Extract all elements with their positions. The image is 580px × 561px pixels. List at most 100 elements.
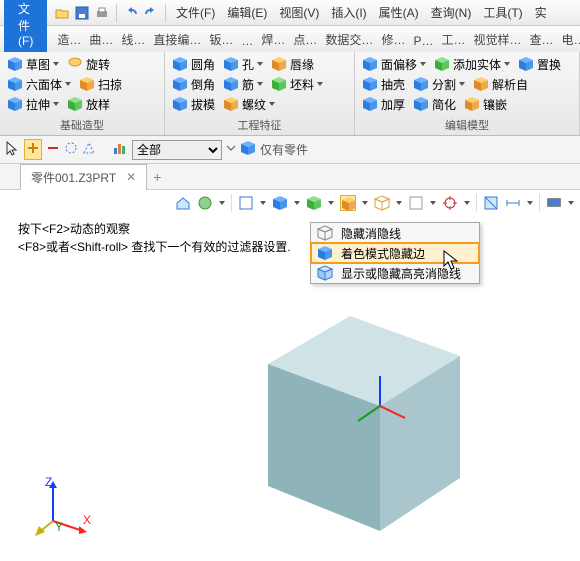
face-offset-button[interactable]: 面偏移 bbox=[359, 55, 429, 74]
view-iso-icon[interactable] bbox=[272, 195, 288, 211]
ribbon-tab[interactable]: 直接编… bbox=[149, 27, 205, 52]
label: 简化 bbox=[432, 96, 456, 113]
wireframe-icon[interactable] bbox=[374, 195, 390, 211]
stock-button[interactable]: 坯料 bbox=[268, 75, 326, 94]
hint-line: 按下<F2>动态的观察 bbox=[18, 220, 291, 238]
menu-more[interactable]: 实 bbox=[530, 4, 552, 21]
sweep-button[interactable]: 扫掠 bbox=[76, 75, 125, 94]
filter-dropdown-icon[interactable] bbox=[226, 140, 236, 159]
ribbon-tab[interactable]: 数据交… bbox=[321, 27, 377, 52]
ribbon-tab[interactable]: 线… bbox=[117, 27, 149, 52]
label: 孔 bbox=[242, 56, 254, 73]
open-folder-icon[interactable] bbox=[53, 4, 71, 22]
label: 草图 bbox=[26, 56, 50, 73]
menu-view[interactable]: 视图(V) bbox=[274, 4, 324, 21]
remove-selection-icon[interactable] bbox=[46, 141, 60, 158]
print-icon[interactable] bbox=[93, 4, 111, 22]
ribbon-tab[interactable]: 造… bbox=[53, 27, 85, 52]
menu-attribute[interactable]: 属性(A) bbox=[374, 4, 424, 21]
chart-icon[interactable] bbox=[112, 140, 128, 159]
group-title: 工程特征 bbox=[165, 116, 354, 135]
measure-icon[interactable] bbox=[505, 195, 521, 211]
thread-button[interactable]: 螺纹 bbox=[220, 95, 278, 114]
ribbon-tab[interactable]: 修… bbox=[377, 27, 409, 52]
ribbon-tab[interactable]: … bbox=[237, 30, 257, 52]
shell-button[interactable]: 抽壳 bbox=[359, 75, 408, 94]
menu-edit[interactable]: 编辑(E) bbox=[222, 4, 272, 21]
ribbon-file-tab[interactable]: 文件(F) bbox=[4, 0, 47, 52]
select-poly-icon[interactable] bbox=[82, 141, 96, 158]
cursor-icon[interactable] bbox=[4, 140, 20, 159]
redo-icon[interactable] bbox=[142, 4, 160, 22]
view-home-icon[interactable] bbox=[175, 195, 191, 211]
label: 放样 bbox=[86, 96, 110, 113]
add-solid-button[interactable]: 添加实体 bbox=[431, 55, 513, 74]
document-tab-bar: 零件001.Z3PRT ✕ + bbox=[0, 164, 580, 190]
label: 置换 bbox=[537, 56, 561, 73]
label: 抽壳 bbox=[381, 76, 405, 93]
label: 旋转 bbox=[86, 56, 110, 73]
ribbon-tab[interactable]: 视觉样… bbox=[469, 27, 525, 52]
ribbon-tab[interactable]: P… bbox=[409, 30, 437, 52]
loft-button[interactable]: 放样 bbox=[64, 95, 113, 114]
render-icon[interactable] bbox=[546, 195, 562, 211]
document-tab[interactable]: 零件001.Z3PRT ✕ bbox=[20, 164, 147, 190]
label: 分割 bbox=[432, 76, 456, 93]
ribbon-tab[interactable]: 工… bbox=[437, 27, 469, 52]
menu-insert[interactable]: 插入(I) bbox=[326, 4, 371, 21]
draft-button[interactable]: 拔模 bbox=[169, 95, 218, 114]
ribbon-group-basic: 草图 旋转 六面体 扫掠 拉伸 放样 基础造型 bbox=[0, 52, 165, 135]
save-icon[interactable] bbox=[73, 4, 91, 22]
new-document-tab-button[interactable]: + bbox=[153, 169, 161, 185]
fillet-button[interactable]: 圆角 bbox=[169, 55, 218, 74]
split-button[interactable]: 分割 bbox=[410, 75, 468, 94]
revolve-button[interactable]: 旋转 bbox=[64, 55, 113, 74]
label: 加厚 bbox=[381, 96, 405, 113]
cursor-icon bbox=[443, 250, 459, 272]
replace-button[interactable]: 置换 bbox=[515, 55, 564, 74]
menu-tools[interactable]: 工具(T) bbox=[478, 4, 527, 21]
model-cube bbox=[250, 306, 480, 536]
resolve-button[interactable]: 解析自 bbox=[470, 75, 531, 94]
menu-query[interactable]: 查询(N) bbox=[426, 4, 477, 21]
inlay-button[interactable]: 镶嵌 bbox=[461, 95, 510, 114]
ribbon-tab[interactable]: 钣… bbox=[205, 27, 237, 52]
target-icon[interactable] bbox=[442, 195, 458, 211]
filter-select[interactable]: 全部 bbox=[132, 140, 222, 160]
label: 倒角 bbox=[191, 76, 215, 93]
label: 唇缘 bbox=[290, 56, 314, 73]
thicken-button[interactable]: 加厚 bbox=[359, 95, 408, 114]
close-icon[interactable]: ✕ bbox=[126, 170, 136, 184]
view-globe-icon[interactable] bbox=[197, 195, 213, 211]
extrude-button[interactable]: 拉伸 bbox=[4, 95, 62, 114]
select-circle-icon[interactable] bbox=[64, 141, 78, 158]
simplify-button[interactable]: 简化 bbox=[410, 95, 459, 114]
viewport[interactable]: 按下<F2>动态的观察 <F8>或者<Shift-roll> 查找下一个有效的过… bbox=[0, 216, 580, 561]
chamfer-button[interactable]: 倒角 bbox=[169, 75, 218, 94]
ribbon-tab[interactable]: 点… bbox=[289, 27, 321, 52]
rib-button[interactable]: 筋 bbox=[220, 75, 266, 94]
view-fit-icon[interactable] bbox=[238, 195, 254, 211]
view-orient-icon[interactable] bbox=[306, 195, 322, 211]
display-mode-icon[interactable] bbox=[340, 195, 356, 211]
blank-face-icon[interactable] bbox=[408, 195, 424, 211]
filter-cube-icon[interactable] bbox=[240, 140, 256, 159]
ribbon-tab[interactable]: 查… bbox=[526, 27, 558, 52]
sketch-button[interactable]: 草图 bbox=[4, 55, 62, 74]
document-tab-label: 零件001.Z3PRT bbox=[31, 169, 116, 186]
lip-button[interactable]: 唇缘 bbox=[268, 55, 317, 74]
hole-button[interactable]: 孔 bbox=[220, 55, 266, 74]
menu-file[interactable]: 文件(F) bbox=[171, 4, 220, 21]
menu-item-label: 隐藏消隐线 bbox=[341, 225, 401, 242]
group-title: 编辑模型 bbox=[355, 116, 579, 135]
section-icon[interactable] bbox=[483, 195, 499, 211]
menu-item-hide-hidden-lines[interactable]: 隐藏消隐线 bbox=[311, 223, 479, 243]
ribbon-tab[interactable]: 曲… bbox=[85, 27, 117, 52]
add-selection-icon[interactable] bbox=[24, 139, 42, 160]
box-button[interactable]: 六面体 bbox=[4, 75, 74, 94]
label: 筋 bbox=[242, 76, 254, 93]
undo-icon[interactable] bbox=[122, 4, 140, 22]
hint-line: <F8>或者<Shift-roll> 查找下一个有效的过滤器设置. bbox=[18, 238, 291, 256]
ribbon-tab[interactable]: 焊… bbox=[257, 27, 289, 52]
ribbon-tab[interactable]: 电… bbox=[558, 27, 580, 52]
